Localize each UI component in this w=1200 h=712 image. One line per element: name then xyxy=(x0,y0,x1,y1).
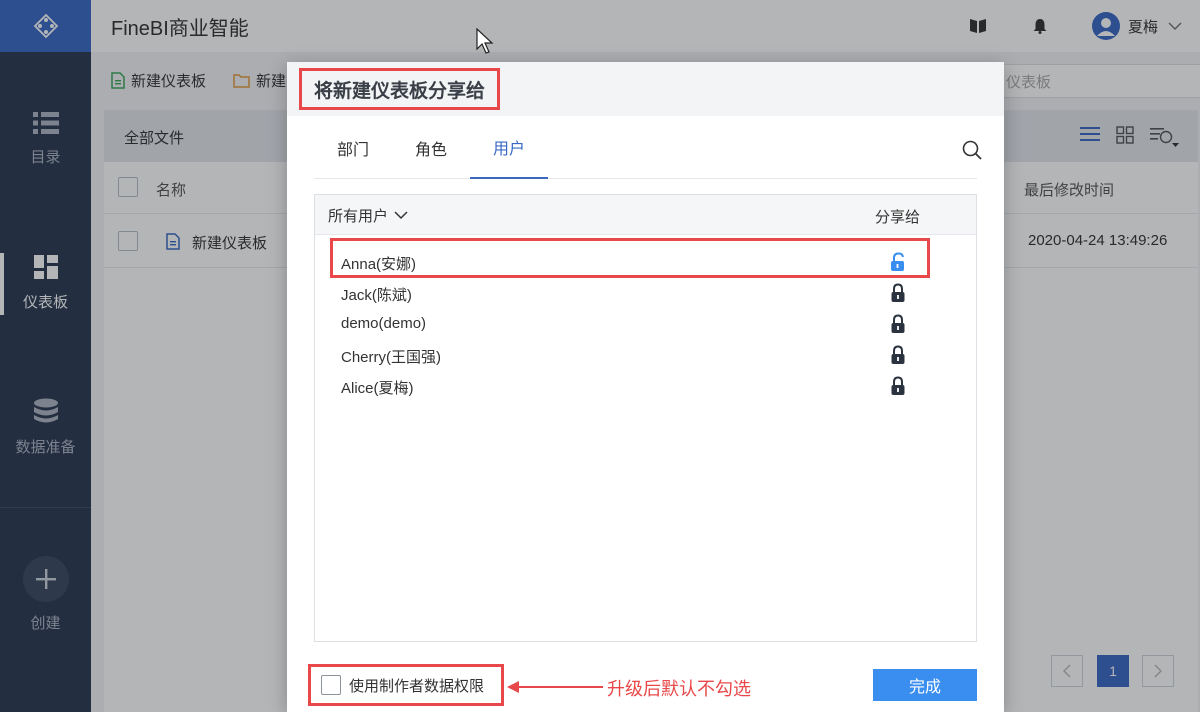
lock-icon[interactable] xyxy=(890,345,906,365)
share-tabs: 部门 角色 用户 xyxy=(314,116,977,179)
search-icon[interactable] xyxy=(962,140,982,160)
done-button[interactable]: 完成 xyxy=(873,669,977,701)
share-dialog: 将新建仪表板分享给 部门 角色 用户 所有用户 分享给 Anna(安娜) Jac… xyxy=(287,62,1004,712)
checkbox-box[interactable] xyxy=(321,675,341,695)
user-list-header: 所有用户 分享给 xyxy=(315,195,976,235)
tab-user[interactable]: 用户 xyxy=(470,116,548,179)
arrow-icon xyxy=(507,681,603,693)
tab-role[interactable]: 角色 xyxy=(392,116,470,179)
tab-department[interactable]: 部门 xyxy=(314,116,392,179)
list-item[interactable]: Jack(陈斌) xyxy=(315,278,976,309)
user-list: 所有用户 分享给 Anna(安娜) Jack(陈斌) demo(demo) Ch… xyxy=(314,194,977,642)
dialog-header: 将新建仪表板分享给 xyxy=(287,62,1004,116)
share-column-header: 分享给 xyxy=(875,209,921,226)
user-name: demo(demo) xyxy=(341,315,427,332)
checkbox-label: 使用制作者数据权限 xyxy=(349,677,485,695)
tab-label: 部门 xyxy=(336,141,369,159)
dialog-title: 将新建仪表板分享给 xyxy=(299,68,501,110)
highlight-box xyxy=(330,238,930,278)
chevron-down-icon xyxy=(394,211,408,220)
use-creator-permission-checkbox[interactable]: 使用制作者数据权限 xyxy=(308,664,504,706)
user-filter-dropdown[interactable]: 所有用户 xyxy=(328,205,408,226)
mouse-cursor-icon xyxy=(476,28,494,54)
lock-icon[interactable] xyxy=(890,376,906,396)
user-name: Cherry(王国强) xyxy=(341,349,441,366)
user-name: Jack(陈斌) xyxy=(341,287,412,304)
annotation-text: 升级后默认不勾选 xyxy=(607,679,751,699)
list-item[interactable]: Alice(夏梅) xyxy=(315,371,976,402)
list-item[interactable]: demo(demo) xyxy=(315,309,976,340)
tab-label: 用户 xyxy=(492,140,525,158)
user-name: Alice(夏梅) xyxy=(341,380,414,397)
lock-icon[interactable] xyxy=(890,283,906,303)
filter-label: 所有用户 xyxy=(328,208,389,225)
tab-label: 角色 xyxy=(414,141,447,159)
list-item[interactable]: Cherry(王国强) xyxy=(315,340,976,371)
lock-icon[interactable] xyxy=(890,314,906,334)
